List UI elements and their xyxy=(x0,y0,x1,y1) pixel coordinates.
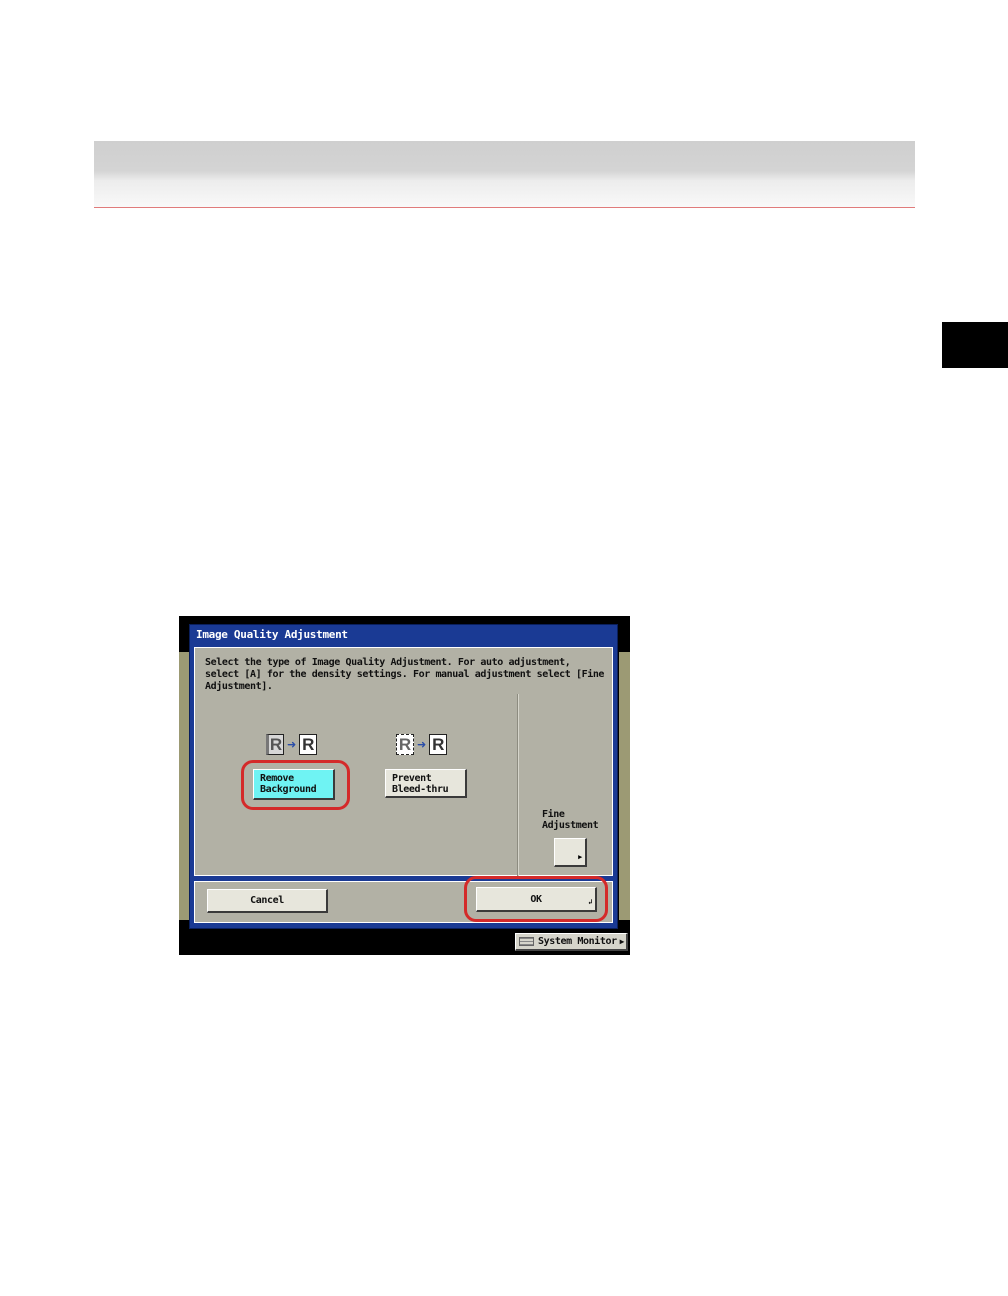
result-page-icon: R xyxy=(299,734,318,755)
screen-background-right xyxy=(619,652,630,920)
system-monitor-button[interactable]: System Monitor ▶ xyxy=(515,933,628,951)
remove-background-button[interactable]: Remove Background xyxy=(253,769,335,800)
fine-adjustment-label: Fine Adjustment xyxy=(542,809,599,831)
prevent-bleed-thru-button[interactable]: Prevent Bleed-thru xyxy=(385,769,467,798)
ok-button[interactable]: OK ↲ xyxy=(476,887,597,912)
device-screen-screenshot: Image Quality Adjustment Select the type… xyxy=(179,616,630,955)
system-monitor-icon xyxy=(519,937,534,946)
screen-background-left xyxy=(179,652,189,920)
result-page-icon: R xyxy=(429,734,448,755)
vertical-divider xyxy=(517,694,518,876)
remove-background-illustration: R ➜ R xyxy=(266,734,318,755)
chapter-side-tab xyxy=(942,322,1008,368)
dialog-body: Select the type of Image Quality Adjustm… xyxy=(194,647,613,876)
section-header-band xyxy=(94,141,915,207)
system-monitor-label: System Monitor xyxy=(538,936,617,947)
section-header-rule xyxy=(94,207,915,208)
right-arrow-icon: ➜ xyxy=(417,738,427,751)
submenu-arrow-icon: ▶ xyxy=(619,937,625,946)
original-page-icon: R xyxy=(396,734,414,755)
image-quality-dialog: Image Quality Adjustment Select the type… xyxy=(189,624,618,929)
dialog-title: Image Quality Adjustment xyxy=(196,628,348,641)
original-page-icon: R xyxy=(266,734,284,755)
manual-page: Image Quality Adjustment Select the type… xyxy=(0,0,1008,1296)
instructions-text: Select the type of Image Quality Adjustm… xyxy=(205,657,605,692)
submenu-arrow-icon: ▶ xyxy=(578,853,582,861)
fine-adjustment-button[interactable]: ▶ xyxy=(554,838,587,867)
dialog-footer: Cancel OK ↲ xyxy=(194,876,613,923)
cancel-label: Cancel xyxy=(250,895,284,906)
right-arrow-icon: ➜ xyxy=(287,738,297,751)
enter-arrow-icon: ↲ xyxy=(588,898,592,906)
ok-label: OK xyxy=(530,893,542,905)
prevent-bleed-thru-illustration: R ➜ R xyxy=(396,734,448,755)
cancel-button[interactable]: Cancel xyxy=(207,889,328,913)
